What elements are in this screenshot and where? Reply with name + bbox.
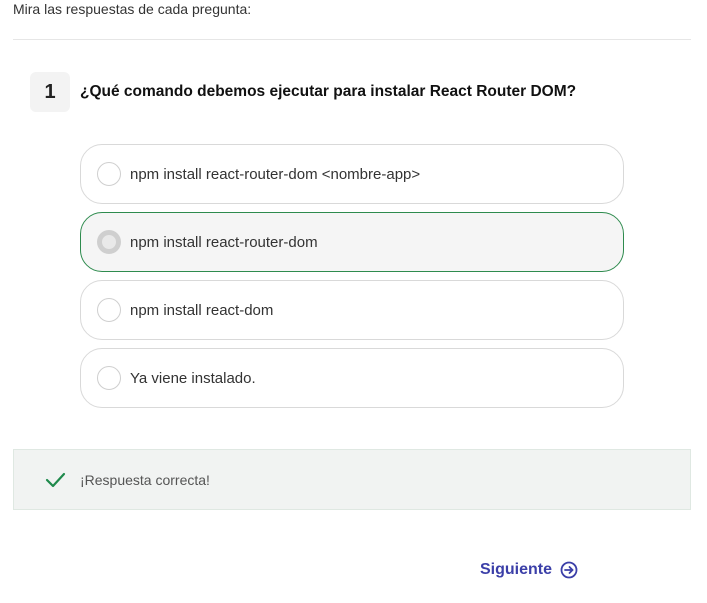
answer-option-4[interactable]: Ya viene instalado. bbox=[80, 348, 624, 408]
answer-option-2[interactable]: npm install react-router-dom bbox=[80, 212, 624, 272]
answer-label: npm install react-dom bbox=[130, 301, 274, 319]
answer-label: npm install react-router-dom bbox=[130, 233, 318, 251]
answer-option-3[interactable]: npm install react-dom bbox=[80, 280, 624, 340]
answer-option-1[interactable]: npm install react-router-dom <nombre-app… bbox=[80, 144, 624, 204]
answer-label: Ya viene instalado. bbox=[130, 369, 256, 387]
radio-button[interactable] bbox=[97, 298, 121, 322]
radio-button-selected[interactable] bbox=[97, 230, 121, 254]
divider bbox=[13, 39, 691, 40]
next-button-label: Siguiente bbox=[480, 561, 553, 578]
arrow-right-circle-icon bbox=[560, 561, 578, 579]
next-button[interactable]: Siguiente bbox=[480, 557, 578, 583]
checkmark-icon bbox=[45, 472, 66, 487]
quiz-review-page: Mira las respuestas de cada pregunta: 1 … bbox=[0, 0, 707, 603]
feedback-banner: ¡Respuesta correcta! bbox=[13, 449, 691, 510]
radio-button[interactable] bbox=[97, 162, 121, 186]
question-number: 1 bbox=[30, 72, 70, 112]
radio-button[interactable] bbox=[97, 366, 121, 390]
question-text: ¿Qué comando debemos ejecutar para insta… bbox=[80, 83, 577, 100]
intro-text: Mira las respuestas de cada pregunta: bbox=[13, 1, 252, 17]
feedback-text: ¡Respuesta correcta! bbox=[80, 471, 210, 488]
answer-label: npm install react-router-dom <nombre-app… bbox=[130, 165, 421, 183]
